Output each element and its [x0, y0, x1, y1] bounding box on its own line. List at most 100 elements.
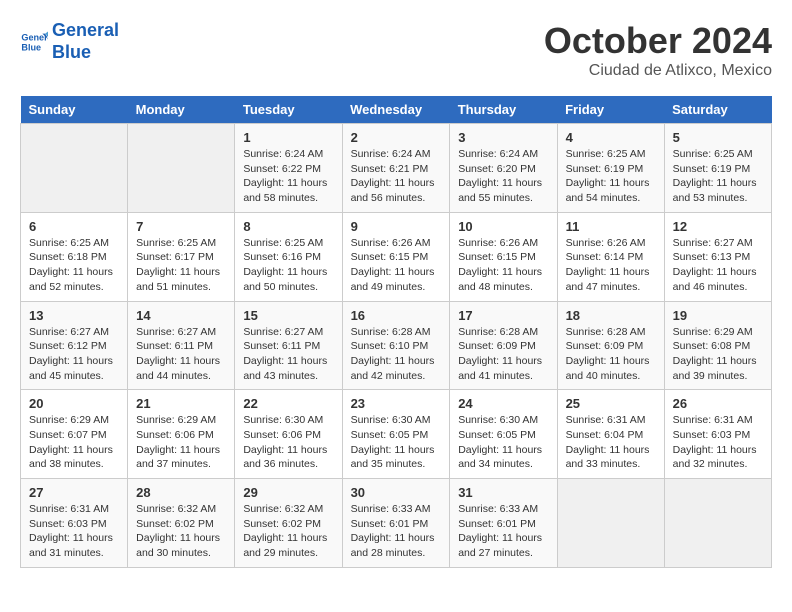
calendar-cell: 13 Sunrise: 6:27 AM Sunset: 6:12 PM Dayli…	[21, 301, 128, 390]
day-number: 15	[243, 308, 333, 323]
day-number: 23	[351, 396, 442, 411]
calendar-cell: 15 Sunrise: 6:27 AM Sunset: 6:11 PM Dayli…	[235, 301, 342, 390]
day-number: 21	[136, 396, 226, 411]
day-number: 8	[243, 219, 333, 234]
day-info: Sunrise: 6:28 AM Sunset: 6:09 PM Dayligh…	[458, 325, 548, 384]
day-info: Sunrise: 6:25 AM Sunset: 6:17 PM Dayligh…	[136, 236, 226, 295]
day-info: Sunrise: 6:30 AM Sunset: 6:05 PM Dayligh…	[351, 413, 442, 472]
calendar-table: SundayMondayTuesdayWednesdayThursdayFrid…	[20, 96, 772, 568]
weekday-header-sunday: Sunday	[21, 96, 128, 124]
calendar-cell: 2 Sunrise: 6:24 AM Sunset: 6:21 PM Daylig…	[342, 124, 450, 213]
day-number: 30	[351, 485, 442, 500]
day-info: Sunrise: 6:24 AM Sunset: 6:22 PM Dayligh…	[243, 147, 333, 206]
calendar-cell: 25 Sunrise: 6:31 AM Sunset: 6:04 PM Dayli…	[557, 390, 664, 479]
calendar-cell	[21, 124, 128, 213]
day-info: Sunrise: 6:31 AM Sunset: 6:04 PM Dayligh…	[566, 413, 656, 472]
day-info: Sunrise: 6:32 AM Sunset: 6:02 PM Dayligh…	[136, 502, 226, 561]
day-number: 1	[243, 130, 333, 145]
calendar-cell: 28 Sunrise: 6:32 AM Sunset: 6:02 PM Dayli…	[128, 479, 235, 568]
calendar-week-row: 1 Sunrise: 6:24 AM Sunset: 6:22 PM Daylig…	[21, 124, 772, 213]
calendar-cell: 29 Sunrise: 6:32 AM Sunset: 6:02 PM Dayli…	[235, 479, 342, 568]
weekday-header-monday: Monday	[128, 96, 235, 124]
weekday-header-tuesday: Tuesday	[235, 96, 342, 124]
calendar-cell: 8 Sunrise: 6:25 AM Sunset: 6:16 PM Daylig…	[235, 212, 342, 301]
day-info: Sunrise: 6:25 AM Sunset: 6:19 PM Dayligh…	[566, 147, 656, 206]
calendar-week-row: 13 Sunrise: 6:27 AM Sunset: 6:12 PM Dayli…	[21, 301, 772, 390]
calendar-cell: 6 Sunrise: 6:25 AM Sunset: 6:18 PM Daylig…	[21, 212, 128, 301]
weekday-header-thursday: Thursday	[450, 96, 557, 124]
day-number: 12	[673, 219, 763, 234]
day-number: 2	[351, 130, 442, 145]
day-info: Sunrise: 6:26 AM Sunset: 6:14 PM Dayligh…	[566, 236, 656, 295]
day-number: 19	[673, 308, 763, 323]
day-info: Sunrise: 6:26 AM Sunset: 6:15 PM Dayligh…	[458, 236, 548, 295]
svg-text:Blue: Blue	[21, 42, 41, 52]
calendar-cell: 21 Sunrise: 6:29 AM Sunset: 6:06 PM Dayli…	[128, 390, 235, 479]
day-number: 7	[136, 219, 226, 234]
day-number: 4	[566, 130, 656, 145]
day-info: Sunrise: 6:27 AM Sunset: 6:11 PM Dayligh…	[136, 325, 226, 384]
day-info: Sunrise: 6:27 AM Sunset: 6:12 PM Dayligh…	[29, 325, 119, 384]
day-info: Sunrise: 6:29 AM Sunset: 6:06 PM Dayligh…	[136, 413, 226, 472]
day-info: Sunrise: 6:27 AM Sunset: 6:11 PM Dayligh…	[243, 325, 333, 384]
day-info: Sunrise: 6:29 AM Sunset: 6:07 PM Dayligh…	[29, 413, 119, 472]
day-number: 22	[243, 396, 333, 411]
day-info: Sunrise: 6:25 AM Sunset: 6:16 PM Dayligh…	[243, 236, 333, 295]
calendar-cell	[664, 479, 771, 568]
calendar-cell: 4 Sunrise: 6:25 AM Sunset: 6:19 PM Daylig…	[557, 124, 664, 213]
day-number: 25	[566, 396, 656, 411]
day-number: 27	[29, 485, 119, 500]
day-info: Sunrise: 6:31 AM Sunset: 6:03 PM Dayligh…	[29, 502, 119, 561]
day-number: 13	[29, 308, 119, 323]
page-header: General Blue General Blue October 2024 C…	[20, 20, 772, 80]
weekday-header-saturday: Saturday	[664, 96, 771, 124]
day-info: Sunrise: 6:26 AM Sunset: 6:15 PM Dayligh…	[351, 236, 442, 295]
day-number: 24	[458, 396, 548, 411]
day-number: 17	[458, 308, 548, 323]
calendar-cell: 5Sunrise: 6:25 AM Sunset: 6:19 PM Daylig…	[664, 124, 771, 213]
day-info: Sunrise: 6:24 AM Sunset: 6:20 PM Dayligh…	[458, 147, 548, 206]
logo-icon: General Blue	[20, 28, 48, 56]
day-number: 26	[673, 396, 763, 411]
calendar-cell: 17 Sunrise: 6:28 AM Sunset: 6:09 PM Dayli…	[450, 301, 557, 390]
location: Ciudad de Atlixco, Mexico	[544, 62, 772, 80]
day-number: 6	[29, 219, 119, 234]
day-number: 28	[136, 485, 226, 500]
day-number: 11	[566, 219, 656, 234]
calendar-cell: 30 Sunrise: 6:33 AM Sunset: 6:01 PM Dayli…	[342, 479, 450, 568]
title-section: October 2024 Ciudad de Atlixco, Mexico	[544, 20, 772, 80]
logo-line2: Blue	[52, 42, 91, 62]
weekday-header-friday: Friday	[557, 96, 664, 124]
logo-line1: General	[52, 20, 119, 40]
calendar-cell: 20Sunrise: 6:29 AM Sunset: 6:07 PM Dayli…	[21, 390, 128, 479]
day-number: 5	[673, 130, 763, 145]
day-number: 9	[351, 219, 442, 234]
day-number: 10	[458, 219, 548, 234]
calendar-cell: 24 Sunrise: 6:30 AM Sunset: 6:05 PM Dayli…	[450, 390, 557, 479]
day-info: Sunrise: 6:33 AM Sunset: 6:01 PM Dayligh…	[351, 502, 442, 561]
day-info: Sunrise: 6:28 AM Sunset: 6:10 PM Dayligh…	[351, 325, 442, 384]
day-number: 14	[136, 308, 226, 323]
day-info: Sunrise: 6:33 AM Sunset: 6:01 PM Dayligh…	[458, 502, 548, 561]
calendar-cell	[557, 479, 664, 568]
calendar-cell: 12 Sunrise: 6:27 AM Sunset: 6:13 PM Dayli…	[664, 212, 771, 301]
month-title: October 2024	[544, 20, 772, 62]
calendar-cell: 27 Sunrise: 6:31 AM Sunset: 6:03 PM Dayli…	[21, 479, 128, 568]
day-info: Sunrise: 6:31 AM Sunset: 6:03 PM Dayligh…	[673, 413, 763, 472]
calendar-cell: 10 Sunrise: 6:26 AM Sunset: 6:15 PM Dayli…	[450, 212, 557, 301]
day-info: Sunrise: 6:24 AM Sunset: 6:21 PM Dayligh…	[351, 147, 442, 206]
calendar-cell: 16Sunrise: 6:28 AM Sunset: 6:10 PM Dayli…	[342, 301, 450, 390]
calendar-cell: 31 Sunrise: 6:33 AM Sunset: 6:01 PM Dayli…	[450, 479, 557, 568]
day-info: Sunrise: 6:25 AM Sunset: 6:18 PM Dayligh…	[29, 236, 119, 295]
day-info: Sunrise: 6:27 AM Sunset: 6:13 PM Dayligh…	[673, 236, 763, 295]
day-number: 29	[243, 485, 333, 500]
day-number: 31	[458, 485, 548, 500]
day-info: Sunrise: 6:30 AM Sunset: 6:06 PM Dayligh…	[243, 413, 333, 472]
calendar-week-row: 6 Sunrise: 6:25 AM Sunset: 6:18 PM Daylig…	[21, 212, 772, 301]
day-info: Sunrise: 6:32 AM Sunset: 6:02 PM Dayligh…	[243, 502, 333, 561]
day-info: Sunrise: 6:30 AM Sunset: 6:05 PM Dayligh…	[458, 413, 548, 472]
day-number: 18	[566, 308, 656, 323]
calendar-cell: 9 Sunrise: 6:26 AM Sunset: 6:15 PM Daylig…	[342, 212, 450, 301]
calendar-cell: 1 Sunrise: 6:24 AM Sunset: 6:22 PM Daylig…	[235, 124, 342, 213]
calendar-cell: 14 Sunrise: 6:27 AM Sunset: 6:11 PM Dayli…	[128, 301, 235, 390]
